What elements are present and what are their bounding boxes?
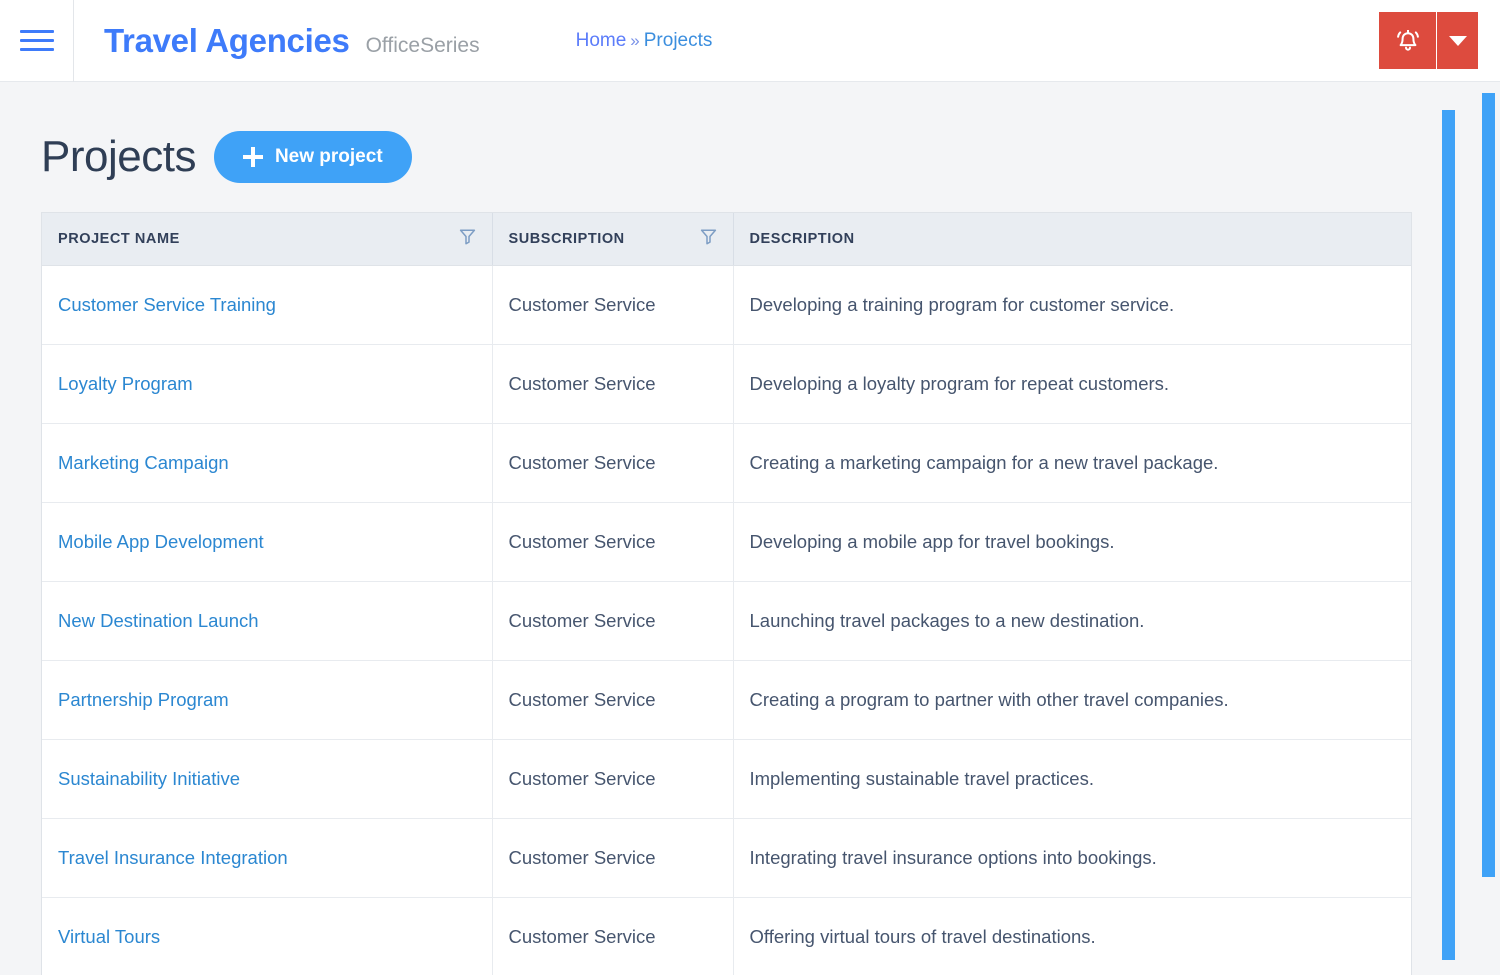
cell-project-name: New Destination Launch xyxy=(42,581,493,661)
table-row: Sustainability Initiative Customer Servic… xyxy=(42,739,1411,819)
cell-project-name: Travel Insurance Integration xyxy=(42,818,493,898)
cell-subscription: Customer Service xyxy=(492,423,734,503)
cell-description: Offering virtual tours of travel destina… xyxy=(733,897,1411,975)
cell-description: Integrating travel insurance options int… xyxy=(733,818,1411,898)
cell-description: Creating a marketing campaign for a new … xyxy=(733,423,1411,503)
column-header-label: PROJECT NAME xyxy=(58,230,180,247)
project-name-link[interactable]: Virtual Tours xyxy=(58,926,160,947)
top-navigation-bar: Travel Agencies OfficeSeries Home » Proj… xyxy=(0,0,1500,82)
cell-subscription: Customer Service xyxy=(492,660,734,740)
brand-title: Travel Agencies xyxy=(104,21,350,59)
breadcrumb-separator-icon: » xyxy=(630,30,640,50)
notification-button[interactable] xyxy=(1379,12,1437,69)
brand-subtitle: OfficeSeries xyxy=(365,33,480,57)
table-row: Mobile App Development Customer Service De… xyxy=(42,502,1411,582)
cell-subscription: Customer Service xyxy=(492,344,734,424)
table-header-row: PROJECT NAME SUBSCRIPTION DESCRIPTION xyxy=(42,213,1411,266)
page-header: Projects New project xyxy=(0,82,1500,183)
cell-description: Developing a mobile app for travel booki… xyxy=(733,502,1411,582)
project-name-link[interactable]: Travel Insurance Integration xyxy=(58,847,288,868)
inner-scrollbar-thumb[interactable] xyxy=(1442,110,1455,960)
topbar-actions xyxy=(1379,12,1478,69)
new-project-button-label: New project xyxy=(274,146,383,167)
filter-funnel-icon[interactable] xyxy=(700,228,717,249)
table-row: Marketing Campaign Customer Service Creati… xyxy=(42,423,1411,503)
plus-icon xyxy=(242,147,263,167)
projects-table: PROJECT NAME SUBSCRIPTION DESCRIPTION Cu… xyxy=(42,213,1411,975)
brand: Travel Agencies OfficeSeries xyxy=(74,22,480,60)
breadcrumb: Home » Projects xyxy=(576,30,713,52)
breadcrumb-projects-link[interactable]: Projects xyxy=(644,30,713,52)
cell-project-name: Customer Service Training xyxy=(42,265,493,345)
table-row: Customer Service Training Customer Servic… xyxy=(42,265,1411,345)
column-header-subscription[interactable]: SUBSCRIPTION xyxy=(492,213,734,266)
projects-table-container: PROJECT NAME SUBSCRIPTION DESCRIPTION Cu… xyxy=(41,212,1412,975)
hamburger-menu-icon[interactable] xyxy=(0,0,74,82)
breadcrumb-home-link[interactable]: Home xyxy=(576,30,627,52)
column-header-label: SUBSCRIPTION xyxy=(508,230,625,247)
project-name-link[interactable]: Mobile App Development xyxy=(58,531,264,552)
outer-scrollbar-track[interactable] xyxy=(1482,82,1495,975)
cell-description: Developing a training program for custom… xyxy=(733,265,1411,345)
page-content: Projects New project PROJECT NAME SUBSCR… xyxy=(0,82,1500,975)
outer-scrollbar-thumb[interactable] xyxy=(1482,93,1495,877)
cell-description: Developing a loyalty program for repeat … xyxy=(733,344,1411,424)
cell-project-name: Mobile App Development xyxy=(42,502,493,582)
project-name-link[interactable]: Partnership Program xyxy=(58,689,229,710)
table-row: New Destination Launch Customer Service La… xyxy=(42,581,1411,661)
cell-subscription: Customer Service xyxy=(492,581,734,661)
project-name-link[interactable]: Loyalty Program xyxy=(58,373,193,394)
chevron-down-icon xyxy=(1448,35,1467,46)
cell-project-name: Partnership Program xyxy=(42,660,493,740)
column-header-project-name[interactable]: PROJECT NAME xyxy=(42,213,493,266)
table-row: Partnership Program Customer Service Creat… xyxy=(42,660,1411,740)
page-title: Projects xyxy=(41,132,196,181)
cell-subscription: Customer Service xyxy=(492,502,734,582)
cell-subscription: Customer Service xyxy=(492,818,734,898)
cell-description: Creating a program to partner with other… xyxy=(733,660,1411,740)
inner-scrollbar-track[interactable] xyxy=(1442,82,1455,975)
project-name-link[interactable]: Sustainability Initiative xyxy=(58,768,240,789)
project-name-link[interactable]: New Destination Launch xyxy=(58,610,259,631)
column-header-label: DESCRIPTION xyxy=(749,230,855,247)
notification-dropdown-button[interactable] xyxy=(1437,12,1478,69)
cell-project-name: Virtual Tours xyxy=(42,897,493,975)
cell-project-name: Marketing Campaign xyxy=(42,423,493,503)
cell-description: Launching travel packages to a new desti… xyxy=(733,581,1411,661)
hamburger-bar xyxy=(19,39,54,42)
cell-subscription: Customer Service xyxy=(492,897,734,975)
project-name-link[interactable]: Customer Service Training xyxy=(58,294,276,315)
filter-funnel-icon[interactable] xyxy=(459,228,476,249)
hamburger-bar xyxy=(19,48,54,51)
column-header-description[interactable]: DESCRIPTION xyxy=(733,213,1411,266)
table-body: Customer Service Training Customer Servic… xyxy=(42,265,1411,975)
cell-description: Implementing sustainable travel practice… xyxy=(733,739,1411,819)
cell-project-name: Sustainability Initiative xyxy=(42,739,493,819)
cell-subscription: Customer Service xyxy=(492,265,734,345)
project-name-link[interactable]: Marketing Campaign xyxy=(58,452,229,473)
hamburger-bar xyxy=(19,30,54,33)
cell-project-name: Loyalty Program xyxy=(42,344,493,424)
notification-bell-icon xyxy=(1396,29,1419,51)
table-row: Loyalty Program Customer Service Developin… xyxy=(42,344,1411,424)
table-header: PROJECT NAME SUBSCRIPTION DESCRIPTION xyxy=(42,213,1411,266)
cell-subscription: Customer Service xyxy=(492,739,734,819)
table-row: Virtual Tours Customer Service Offering vi… xyxy=(42,897,1411,975)
new-project-button[interactable]: New project xyxy=(213,131,412,183)
table-row: Travel Insurance Integration Customer Ser… xyxy=(42,818,1411,898)
